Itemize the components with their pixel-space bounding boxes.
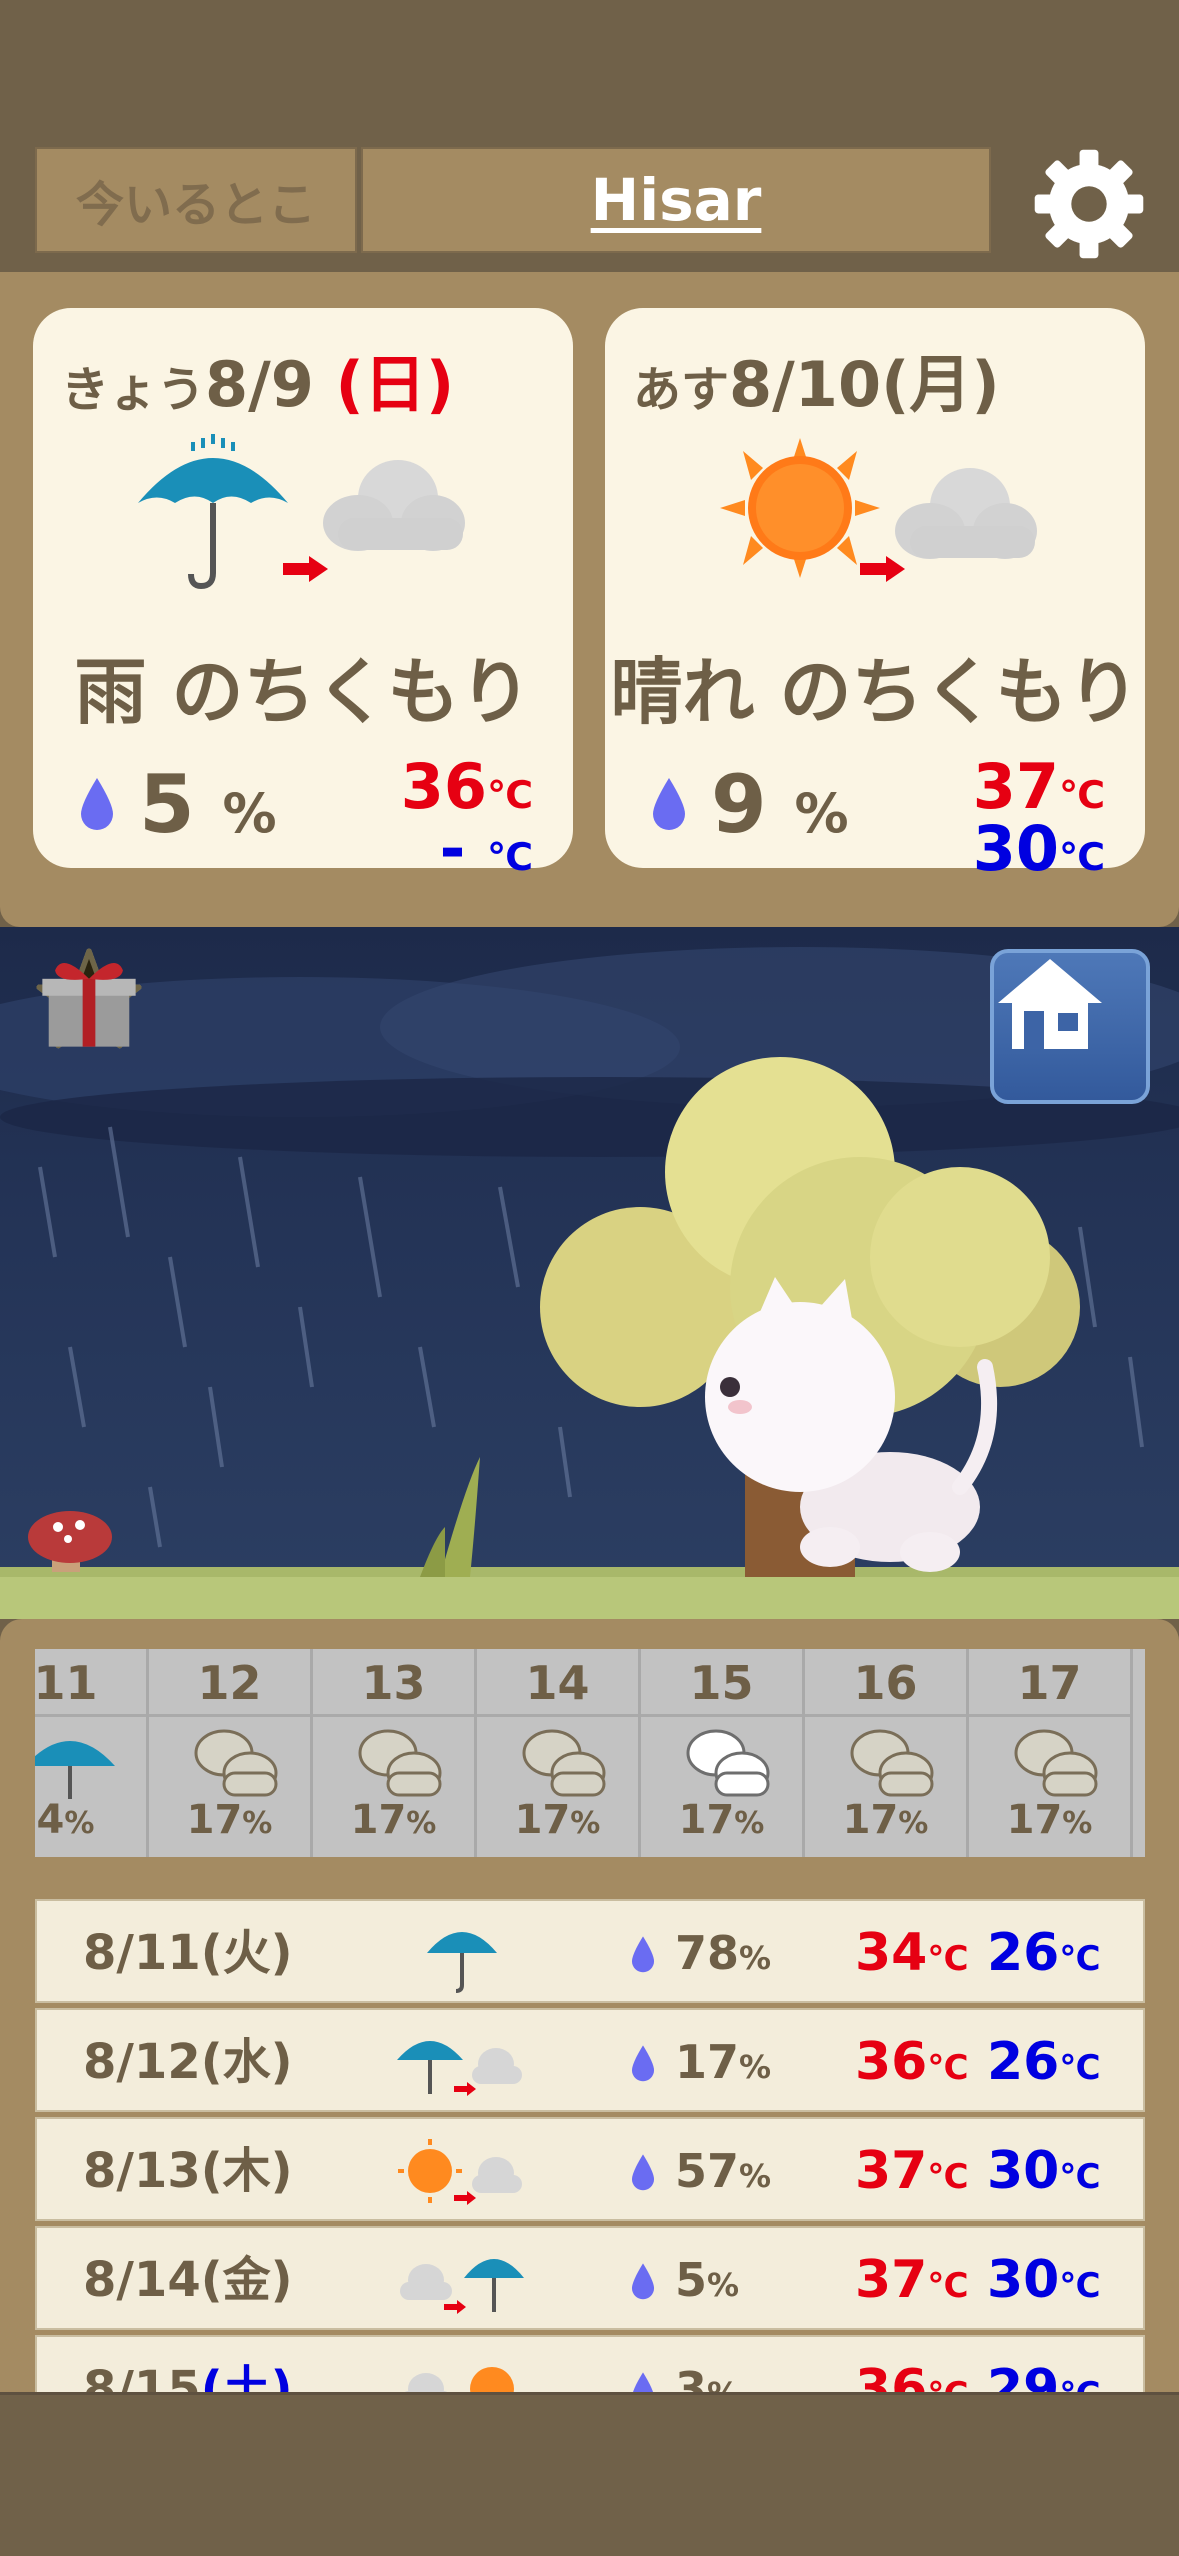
home-button[interactable] [990, 949, 1150, 1104]
tab-current-location[interactable]: 今いるとこ [35, 147, 357, 253]
today-date: きょう8/9 (日) [61, 348, 455, 421]
cloud-white-icon [686, 1729, 770, 1797]
daily-row[interactable]: 8/12(水) 17% 36℃ 26℃ [35, 2008, 1145, 2112]
tomorrow-low: 30 [972, 812, 1059, 885]
umbrella-icon [427, 1932, 497, 1993]
tomorrow-date: あす8/10(月) [633, 348, 1000, 421]
today-card[interactable]: きょう8/9 (日) 雨 のちくもり 5 % 36℃ - ℃ [33, 308, 573, 880]
row-date: 8/11(火) [83, 1925, 293, 1981]
cloud-icon [194, 1729, 278, 1797]
hourly-cell[interactable]: 11 4% [35, 1649, 149, 1857]
raindrop-icon [631, 2154, 655, 2191]
today-weather-text: 雨 のちくもり [74, 650, 532, 734]
hourly-strip[interactable]: 11 4% 12 17% 13 17% 14 17% 15 17% 16 17%… [35, 1649, 1145, 1857]
raindrop-icon [81, 777, 113, 830]
raindrop-icon [653, 777, 685, 830]
cloud-icon [323, 460, 465, 551]
cloud-icon [358, 1729, 442, 1797]
pet-scene[interactable] [0, 927, 1179, 1619]
daily-row[interactable]: 8/13(木) 57% 37℃ 30℃ [35, 2117, 1145, 2221]
daily-row[interactable]: 8/14(金) 5% 37℃ 30℃ [35, 2226, 1145, 2330]
tomorrow-temps: 37℃ 30℃ [972, 750, 1105, 885]
hourly-cell[interactable]: 16 17% [805, 1649, 969, 1857]
daily-row[interactable]: 8/11(火) 78% 34℃ 26℃ [35, 1899, 1145, 2003]
tomorrow-rain-unit: % [794, 782, 849, 845]
today-rain-value: 5 [139, 758, 195, 851]
today-low: - [439, 812, 466, 885]
umbrella-then-cloud-icon [397, 2041, 522, 2096]
raindrop-icon [631, 1936, 655, 1973]
forecast-panel: 11 4% 12 17% 13 17% 14 17% 15 17% 16 17%… [0, 1619, 1179, 2439]
hourly-cell[interactable]: 13 17% [313, 1649, 477, 1857]
today-rain-unit: % [222, 782, 277, 845]
today-weather-icons [138, 434, 465, 590]
bottom-bar [0, 2392, 1179, 2556]
cloud-icon [850, 1729, 934, 1797]
raindrop-icon [631, 2263, 655, 2300]
hourly-cell[interactable]: 15 17% [641, 1649, 805, 1857]
sun-then-cloud-icon [398, 2139, 522, 2205]
cloud-then-umbrella-icon [400, 2259, 524, 2314]
arrow-icon [283, 556, 328, 582]
umbrella-icon [138, 434, 288, 590]
tomorrow-card[interactable]: あす8/10(月) 晴れ のちくもり 9 % 37℃ 30℃ [605, 308, 1145, 880]
tomorrow-weather-icons [720, 438, 1037, 582]
sun-icon [720, 438, 880, 578]
arrow-icon [860, 556, 905, 582]
hourly-cell[interactable]: 17 17% [969, 1649, 1133, 1857]
daily-list[interactable]: 8/11(火) 78% 34℃ 26℃ 8/12(水) 17% 36℃ 26℃ … [35, 1899, 1145, 2444]
cloud-icon [895, 468, 1037, 559]
hourly-cell[interactable]: 14 17% [477, 1649, 641, 1857]
hourly-cell[interactable]: 12 17% [149, 1649, 313, 1857]
forecast-cards: きょう8/9 (日) 雨 のちくもり 5 % 36℃ - ℃ あす8/10(月)… [0, 272, 1179, 927]
row-date: 8/14(金) [83, 2252, 293, 2308]
row-date: 8/13(木) [83, 2143, 293, 2199]
today-rain: 5 % [77, 758, 277, 851]
gear-icon[interactable] [1030, 145, 1148, 263]
home-icon [998, 959, 1102, 1049]
today-temps: 36℃ - ℃ [400, 750, 533, 885]
umbrella-icon [35, 1741, 115, 1799]
top-bar: 今いるとこ Hisar [0, 0, 1179, 272]
gift-icon[interactable] [36, 947, 142, 1053]
row-date: 8/12(水) [83, 2034, 293, 2090]
tab-city[interactable]: Hisar [361, 147, 991, 253]
tomorrow-rain: 9 % [649, 758, 849, 851]
cloud-icon [1014, 1729, 1098, 1797]
raindrop-icon [631, 2045, 655, 2082]
cloud-icon [522, 1729, 606, 1797]
tomorrow-rain-value: 9 [711, 758, 767, 851]
tomorrow-weather-text: 晴れ のちくもり [610, 650, 1140, 734]
